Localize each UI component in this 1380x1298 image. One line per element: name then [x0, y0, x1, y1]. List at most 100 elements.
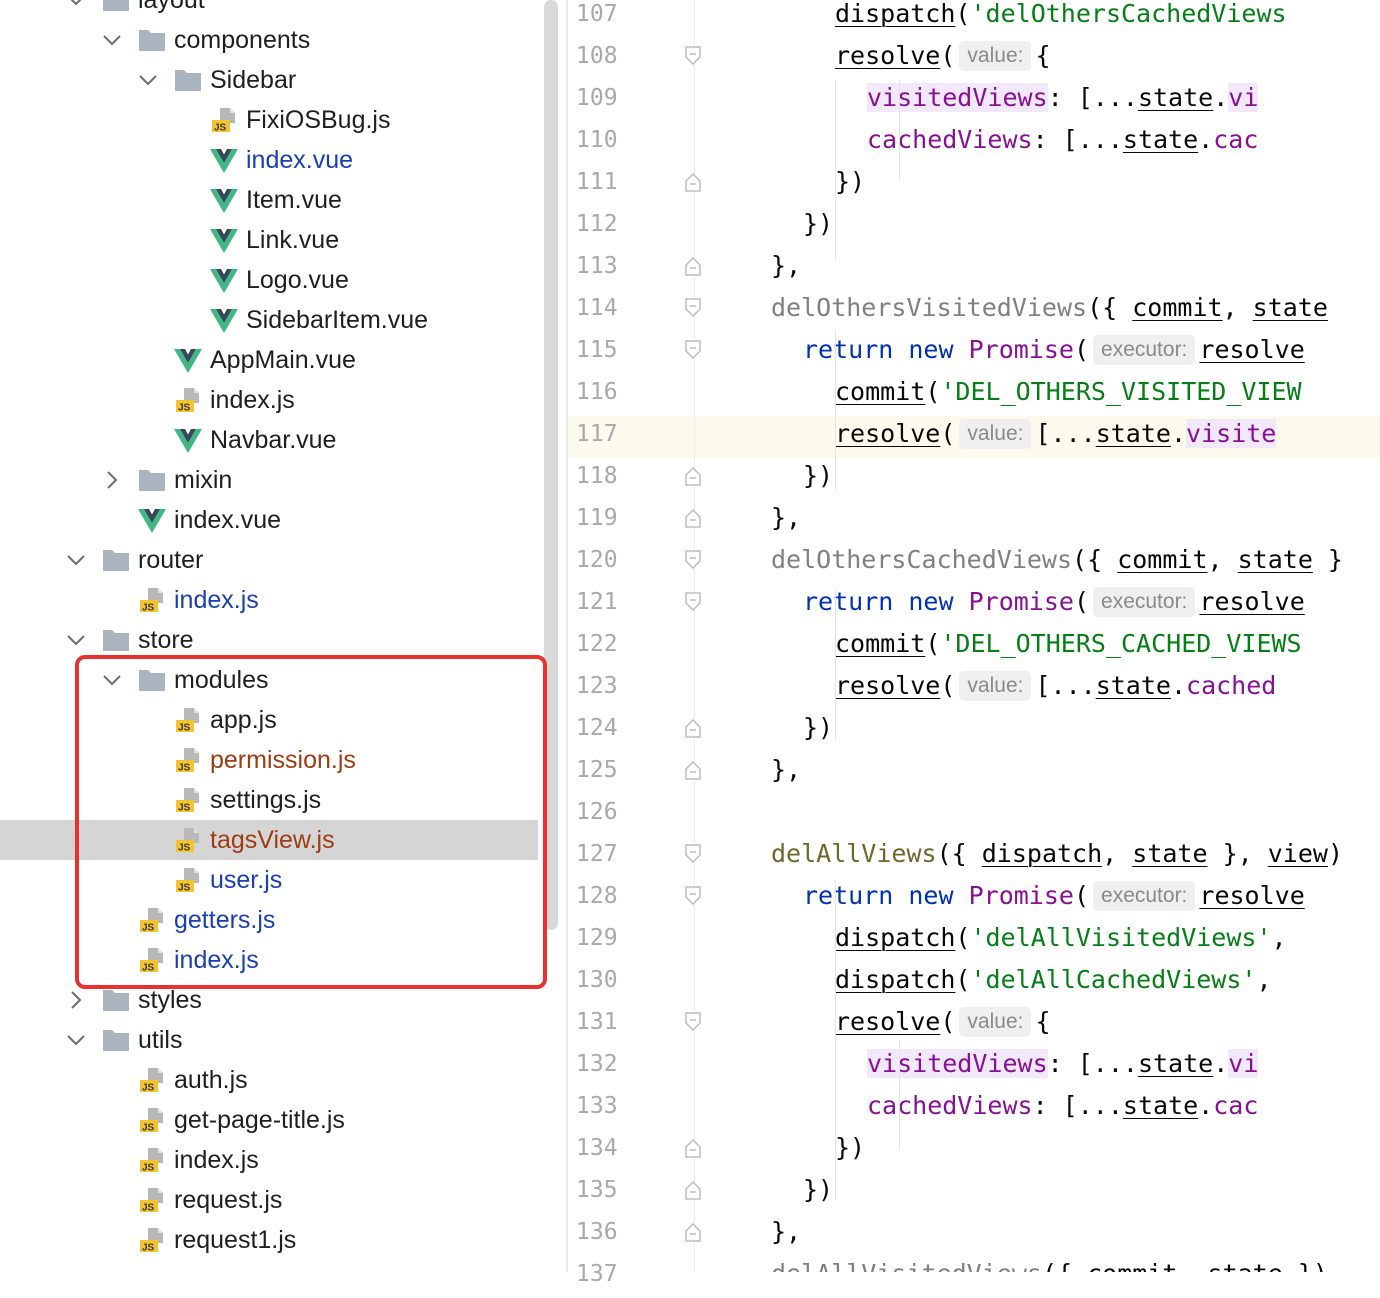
fold-end-icon[interactable] — [684, 1179, 702, 1201]
fold-collapse-icon[interactable] — [684, 591, 702, 613]
code-line[interactable]: delOthersVisitedViews({ commit, state — [695, 290, 1380, 332]
line-number: 121 — [576, 589, 618, 615]
tree-folder[interactable]: mixin — [0, 460, 538, 500]
tree-file[interactable]: JS tagsView.js — [0, 820, 538, 860]
tree-file[interactable]: JS index.js — [0, 940, 538, 980]
line-number: 115 — [576, 337, 618, 363]
tree-file[interactable]: JS index.js — [0, 380, 538, 420]
chevron-right-icon[interactable] — [102, 468, 122, 492]
code-token: ( — [1073, 587, 1090, 616]
tree-file[interactable]: SidebarItem.vue — [0, 300, 538, 340]
tree-file[interactable]: JS request1.js — [0, 1220, 538, 1260]
code-line[interactable]: delAllViews({ dispatch, state }, view) — [695, 836, 1380, 878]
fold-end-icon[interactable] — [684, 465, 702, 487]
tree-file[interactable]: Link.vue — [0, 220, 538, 260]
fold-collapse-icon[interactable] — [684, 843, 702, 865]
fold-collapse-icon[interactable] — [684, 339, 702, 361]
code-line[interactable]: dispatch('delAllVisitedViews', — [695, 920, 1380, 962]
tree-file[interactable]: JS FixiOSBug.js — [0, 100, 538, 140]
fold-end-icon[interactable] — [684, 1137, 702, 1159]
code-token: ( — [955, 965, 971, 994]
code-line[interactable]: visitedViews: [...state.vi — [695, 80, 1380, 122]
chevron-down-icon[interactable] — [102, 668, 122, 692]
code-token: }, — [771, 755, 802, 784]
tree-file[interactable]: JS user.js — [0, 860, 538, 900]
code-line[interactable]: return new Promise(executor: resolve — [695, 332, 1380, 374]
fold-end-icon[interactable] — [684, 1221, 702, 1243]
code-line[interactable]: resolve(value:{ — [695, 38, 1380, 80]
code-line[interactable]: cachedViews: [...state.cac — [695, 122, 1380, 164]
code-line[interactable]: return new Promise(executor: resolve — [695, 584, 1380, 626]
tree-file[interactable]: AppMain.vue — [0, 340, 538, 380]
tree-file[interactable]: Item.vue — [0, 180, 538, 220]
fold-collapse-icon[interactable] — [684, 1011, 702, 1033]
tree-scrollbar[interactable] — [544, 0, 558, 930]
code-line[interactable]: }) — [695, 710, 1380, 752]
tree-file[interactable]: Navbar.vue — [0, 420, 538, 460]
code-line[interactable]: }, — [695, 1214, 1380, 1256]
tree-file[interactable]: index.vue — [0, 140, 538, 180]
tree-file[interactable]: JS settings.js — [0, 780, 538, 820]
tree-folder[interactable]: Sidebar — [0, 60, 538, 100]
fold-end-icon[interactable] — [684, 255, 702, 277]
tree-folder[interactable]: utils — [0, 1020, 538, 1060]
fold-end-icon[interactable] — [684, 171, 702, 193]
chevron-down-icon[interactable] — [66, 548, 86, 572]
tree-file[interactable]: JS index.js — [0, 580, 538, 620]
tree-folder[interactable]: layout — [0, 0, 538, 20]
code-line[interactable]: }) — [695, 1130, 1380, 1172]
tree-folder[interactable]: styles — [0, 980, 538, 1020]
chevron-down-icon[interactable] — [66, 1028, 86, 1052]
code-line[interactable]: dispatch('delAllCachedViews', — [695, 962, 1380, 1004]
tree-file[interactable]: JS permission.js — [0, 740, 538, 780]
code-token: commit — [835, 629, 926, 658]
tree-file[interactable]: index.vue — [0, 500, 538, 540]
tree-folder[interactable]: modules — [0, 660, 538, 700]
fold-collapse-icon[interactable] — [684, 549, 702, 571]
code-editor[interactable]: dispatch('delOthersCachedViews resolve(va… — [695, 0, 1380, 1272]
chevron-down-icon[interactable] — [138, 68, 158, 92]
code-line[interactable]: cachedViews: [...state.cac — [695, 1088, 1380, 1130]
code-line[interactable]: }) — [695, 164, 1380, 206]
code-line[interactable]: commit('DEL_OTHERS_VISITED_VIEW — [695, 374, 1380, 416]
fold-collapse-icon[interactable] — [684, 885, 702, 907]
code-line[interactable]: }, — [695, 500, 1380, 542]
chevron-down-icon[interactable] — [66, 0, 86, 12]
fold-end-icon[interactable] — [684, 717, 702, 739]
fold-end-icon[interactable] — [684, 507, 702, 529]
code-line[interactable]: resolve(value: [...state.visite — [695, 416, 1380, 458]
code-line[interactable]: delAllVisitedViews({ commit, state }) — [695, 1256, 1380, 1272]
fold-collapse-icon[interactable] — [684, 297, 702, 319]
code-line[interactable]: }) — [695, 1172, 1380, 1214]
tree-file[interactable]: JS request.js — [0, 1180, 538, 1220]
code-line[interactable]: return new Promise(executor: resolve — [695, 878, 1380, 920]
tree-folder[interactable]: store — [0, 620, 538, 660]
tree-file[interactable]: JS index.js — [0, 1140, 538, 1180]
tree-file[interactable]: JS app.js — [0, 700, 538, 740]
tree-folder[interactable]: components — [0, 20, 538, 60]
code-line[interactable]: dispatch('delOthersCachedViews — [695, 0, 1380, 38]
code-line[interactable]: }) — [695, 206, 1380, 248]
parameter-hint: value: — [959, 671, 1032, 701]
chevron-down-icon[interactable] — [66, 628, 86, 652]
code-line[interactable]: delOthersCachedViews({ commit, state } — [695, 542, 1380, 584]
code-line[interactable]: commit('DEL_OTHERS_CACHED_VIEWS — [695, 626, 1380, 668]
code-line[interactable]: resolve(value: [...state.cached — [695, 668, 1380, 710]
chevron-right-icon[interactable] — [66, 988, 86, 1012]
tree-folder[interactable]: router — [0, 540, 538, 580]
fold-end-icon[interactable] — [684, 759, 702, 781]
fold-collapse-icon[interactable] — [684, 45, 702, 67]
tree-file[interactable]: JS get-page-title.js — [0, 1100, 538, 1140]
chevron-down-icon[interactable] — [102, 28, 122, 52]
code-line[interactable]: resolve(value:{ — [695, 1004, 1380, 1046]
code-line[interactable]: }, — [695, 752, 1380, 794]
code-line[interactable]: }) — [695, 458, 1380, 500]
code-line[interactable] — [695, 794, 1380, 836]
code-line[interactable]: }, — [695, 248, 1380, 290]
line-number: 136 — [576, 1219, 618, 1245]
code-line[interactable]: visitedViews: [...state.vi — [695, 1046, 1380, 1088]
tree-file[interactable]: JS auth.js — [0, 1060, 538, 1100]
tree-file[interactable]: JS getters.js — [0, 900, 538, 940]
tree-file[interactable]: Logo.vue — [0, 260, 538, 300]
